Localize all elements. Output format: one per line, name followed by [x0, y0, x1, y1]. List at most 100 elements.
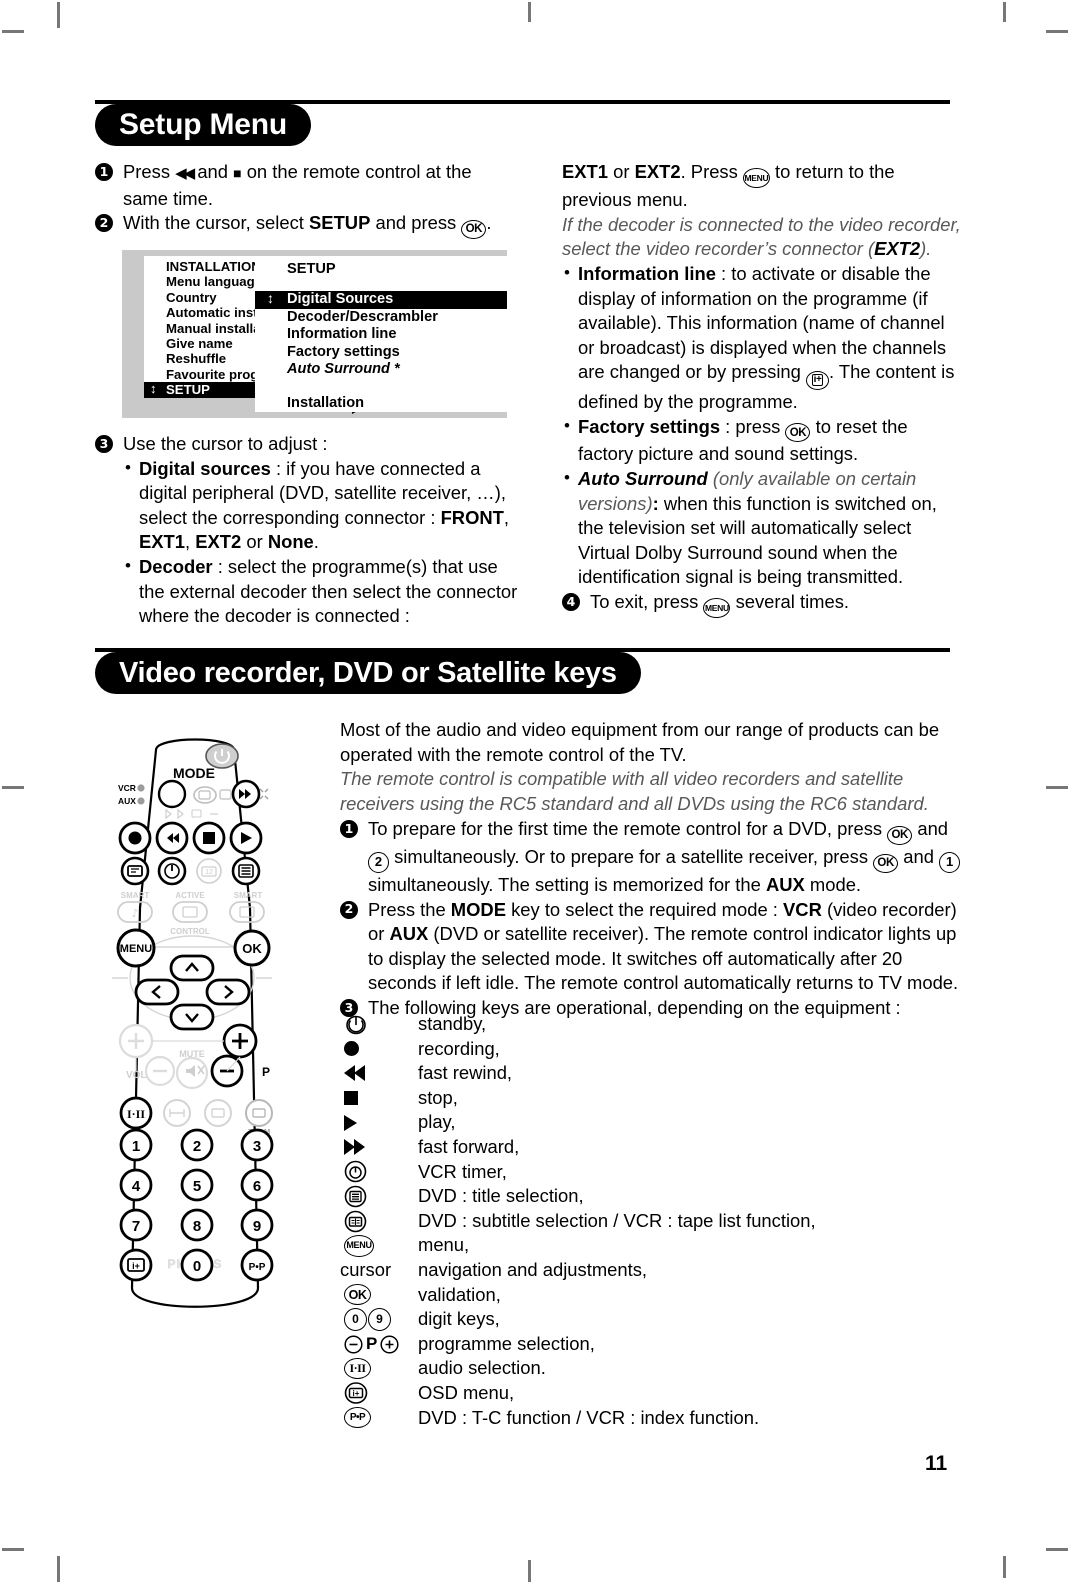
- connector-none: None: [267, 531, 314, 553]
- step-1-f: mode.: [804, 873, 862, 895]
- osd-setup-footer: Installation: [287, 395, 365, 412]
- svg-text:7: 7: [132, 1218, 140, 1235]
- decoder-note-b: ).: [920, 238, 932, 260]
- pp-key-icon: P•P: [340, 1406, 418, 1431]
- section-title-pill: Setup Menu: [95, 104, 311, 146]
- svg-text:6: 6: [253, 1178, 261, 1195]
- remote-control-illustration: PHILIPS MODE VCR AUX: [112, 738, 274, 1308]
- setup-step-4: 4 To exit, press MENU several times.: [562, 590, 962, 619]
- svg-text:OK: OK: [242, 941, 262, 956]
- key-list-row: standby,: [340, 1012, 960, 1037]
- audio-select-icon: I·II: [340, 1356, 418, 1381]
- section-title-text: Video recorder, DVD or Satellite keys: [119, 656, 617, 689]
- svg-text:0: 0: [193, 1258, 201, 1275]
- step-2-text-b: and press: [370, 212, 462, 234]
- svg-text:MODE: MODE: [173, 765, 215, 781]
- connector-ext2: EXT2: [195, 531, 242, 553]
- svg-text:i+: i+: [353, 1389, 360, 1398]
- step-1-text-a: Press: [123, 161, 176, 182]
- connector-ext1: EXT1: [139, 531, 185, 553]
- step-1-c: simultaneously. Or to prepare for a sate…: [389, 846, 874, 868]
- section-title-pill: Video recorder, DVD or Satellite keys: [95, 652, 641, 694]
- digit-keys-icon: 09: [340, 1307, 418, 1332]
- stop-icon: [340, 1086, 418, 1111]
- key-list-row: OK validation,: [340, 1283, 960, 1308]
- video-intro-2: The remote control is compatible with al…: [340, 768, 929, 814]
- setup-step-3: 3 Use the cursor to adjust :: [95, 432, 520, 457]
- svg-text:9: 9: [253, 1218, 261, 1235]
- ok-key-icon: OK: [873, 853, 899, 873]
- operational-keys-list: standby, recording, fast rewind, stop, p…: [340, 1012, 960, 1430]
- setup-right-column: EXT1 or EXT2. Press MENU to return to th…: [562, 160, 962, 619]
- svg-text:5: 5: [193, 1178, 201, 1195]
- key-label: OSD menu,: [418, 1381, 515, 1403]
- svg-text:ACTIVE: ACTIVE: [175, 891, 205, 900]
- svg-text:8: 8: [193, 1218, 201, 1235]
- vcr-timer-icon: [340, 1160, 418, 1185]
- key-label: recording,: [418, 1037, 500, 1059]
- key-list-row: DVD : subtitle selection / VCR : tape li…: [340, 1209, 960, 1234]
- menu-key-icon: MENU: [340, 1233, 418, 1258]
- osd-menu-icon: i+: [340, 1381, 418, 1406]
- setup-step-1: 1 Press ◀◀ and ■ on the remote control a…: [95, 160, 515, 211]
- key-list-row: stop,: [340, 1086, 960, 1111]
- fast-rewind-icon: [340, 1061, 418, 1086]
- video-intro-1: Most of the audio and video equipment fr…: [340, 719, 940, 765]
- ok-key-icon: OK: [340, 1283, 418, 1308]
- auto-surround-colon: :: [652, 492, 659, 514]
- svg-text:VCR: VCR: [118, 783, 136, 793]
- cursor-keys-icon: cursor: [340, 1258, 392, 1280]
- key-label: DVD : subtitle selection / VCR : tape li…: [418, 1209, 816, 1231]
- svg-text:3: 3: [253, 1138, 261, 1155]
- decoder-note: If the decoder is connected to the video…: [562, 213, 962, 262]
- bullet-label: Information line: [578, 263, 716, 285]
- digit-1-key-icon: 1: [939, 851, 961, 873]
- key-list-row: P•P DVD : T-C function / VCR : index fun…: [340, 1406, 960, 1431]
- setup-bullet-factory-settings: Factory settings : press OK to reset the…: [562, 414, 962, 467]
- osd-setup-item: Information line: [287, 326, 397, 343]
- key-label: menu,: [418, 1234, 470, 1256]
- aux-keyword: AUX: [765, 873, 805, 895]
- key-label: navigation and adjustments,: [418, 1258, 648, 1280]
- bullet-label: Auto Surround: [578, 467, 708, 489]
- section-title-text: Setup Menu: [119, 108, 287, 141]
- key-label: DVD : T-C function / VCR : index functio…: [418, 1406, 760, 1428]
- connector-ext1: EXT1: [562, 161, 608, 182]
- osd-setup-title: SETUP: [287, 261, 336, 277]
- programme-keys-icon: P: [340, 1332, 418, 1357]
- osd-setup-item: Auto Surround *: [287, 361, 400, 378]
- video-step-2: 2 Press the MODE key to select the requi…: [340, 898, 968, 996]
- vcr-keyword: VCR: [783, 898, 822, 920]
- osd-setup-item: Decoder/Descrambler: [287, 308, 438, 325]
- step-number-badge: 4: [562, 592, 580, 611]
- decoder-text-b: . Press: [680, 161, 743, 182]
- step-1-d: and: [898, 846, 940, 868]
- key-list-row: i+ OSD menu,: [340, 1381, 960, 1406]
- play-icon: [340, 1110, 418, 1135]
- setup-bullet-decoder: Decoder : select the programme(s) that u…: [123, 554, 520, 629]
- key-list-row: VCR timer,: [340, 1160, 960, 1185]
- key-list-row: play,: [340, 1110, 960, 1135]
- key-list-row: 09 digit keys,: [340, 1307, 960, 1332]
- key-list-row: fast forward,: [340, 1135, 960, 1160]
- svg-text:VOL: VOL: [126, 1070, 147, 1081]
- step-number-badge: 1: [95, 163, 113, 181]
- key-list-row: MENU menu,: [340, 1233, 960, 1258]
- key-list-row: I·II audio selection.: [340, 1356, 960, 1381]
- svg-text:2: 2: [193, 1138, 201, 1155]
- key-list-row: DVD : title selection,: [340, 1184, 960, 1209]
- svg-text:i+: i+: [132, 1261, 140, 1271]
- step-2-d: (DVD or satellite receiver). The remote …: [368, 923, 959, 994]
- period: .: [313, 531, 319, 553]
- svg-text:♪: ♪: [131, 907, 138, 920]
- title-list-icon: [340, 1184, 418, 1209]
- setup-bullet-information-line: Information line : to activate or disabl…: [562, 261, 962, 414]
- osd-setup-item: Factory settings: [287, 343, 400, 360]
- fast-rewind-icon: ◀◀: [175, 165, 195, 182]
- aux-keyword: AUX: [389, 923, 429, 945]
- section-heading-video-recorder-keys: Video recorder, DVD or Satellite keys: [95, 648, 950, 694]
- bullet-label: Factory settings: [578, 415, 721, 437]
- svg-text:P•P: P•P: [249, 1262, 266, 1273]
- step-2-b: key to select the required mode :: [505, 898, 784, 920]
- key-label: VCR timer,: [418, 1160, 507, 1182]
